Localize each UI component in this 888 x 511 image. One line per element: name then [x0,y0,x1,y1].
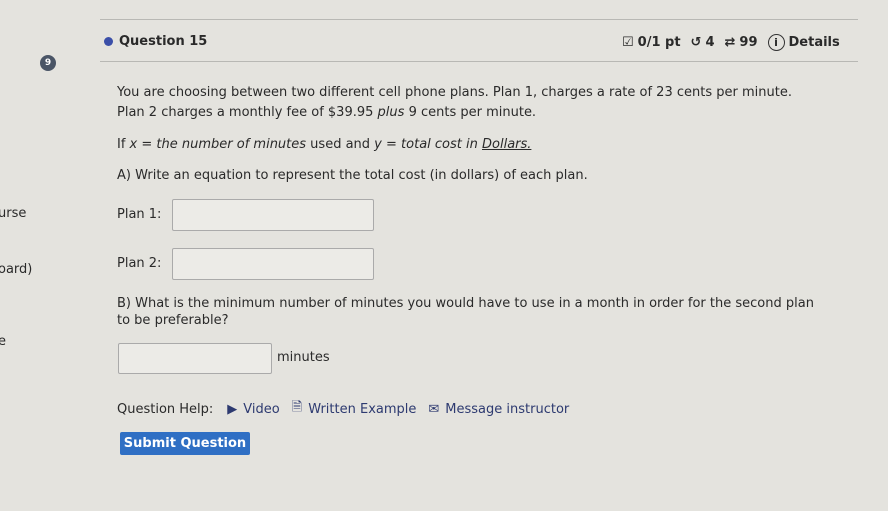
sidebar-fragment[interactable]: e [0,334,6,349]
submit-question-button[interactable]: Submit Question [120,432,250,455]
checkbox-icon: ☑ [622,35,634,50]
text: y [374,137,382,152]
part-a-prompt: A) Write an equation to represent the to… [117,168,588,183]
video-icon: ▶ [227,401,238,417]
retry-icon: ↺ [690,35,702,50]
text: = [137,137,157,152]
retries: 4 [705,35,715,50]
attempts: 99 [739,35,758,50]
sidebar-dashboard-fragment[interactable]: oard) [0,262,32,277]
details-link[interactable]: Details [789,35,840,50]
written-example-link[interactable]: Written Example [308,402,416,417]
text: = [381,137,402,152]
question-intro-2: Plan 2 charges a monthly fee of $39.95 p… [117,105,536,120]
part-b-prompt-2: to be preferable? [117,313,229,328]
text: used and [306,137,375,152]
question-intro-1: You are choosing between two different c… [117,85,792,100]
attempts-icon: ⇄ [724,35,736,50]
question-help: Question Help: ▶ Video 🗎 Written Example ✉… [117,398,569,420]
text: Dollars. [482,137,532,152]
status-dot-icon [104,37,113,46]
video-link[interactable]: Video [243,402,279,417]
message-instructor-link[interactable]: Message instructor [445,402,569,417]
part-b-prompt-1: B) What is the minimum number of minutes… [117,296,814,311]
variable-definition: If x = the number of minutes used and y … [117,137,531,152]
notification-badge: 9 [40,55,56,71]
score: 0/1 pt [637,35,681,50]
sidebar-course-fragment[interactable]: urse [0,206,26,221]
text: Plan 2 charges a monthly fee of $39.95 [117,105,378,120]
minutes-unit: minutes [277,350,330,365]
document-icon: 🗎 [291,400,303,415]
minutes-input[interactable] [118,343,272,374]
question-title: Question 15 [119,34,208,49]
plan2-label: Plan 2: [117,256,162,271]
text: plus [377,105,405,120]
help-label: Question Help: [117,401,214,417]
plan1-label: Plan 1: [117,207,162,222]
text: the number of minutes [156,137,307,152]
mail-icon: ✉ [428,401,440,417]
text: total cost in [401,137,482,152]
info-icon[interactable]: i [767,34,785,51]
question-meta: ☑ 0/1 pt ↺ 4 ⇄ 99 i Details [618,34,840,51]
plan2-input[interactable] [172,248,374,280]
text: 9 cents per minute. [404,105,537,120]
text: If [117,137,130,152]
plan1-input[interactable] [172,199,374,231]
